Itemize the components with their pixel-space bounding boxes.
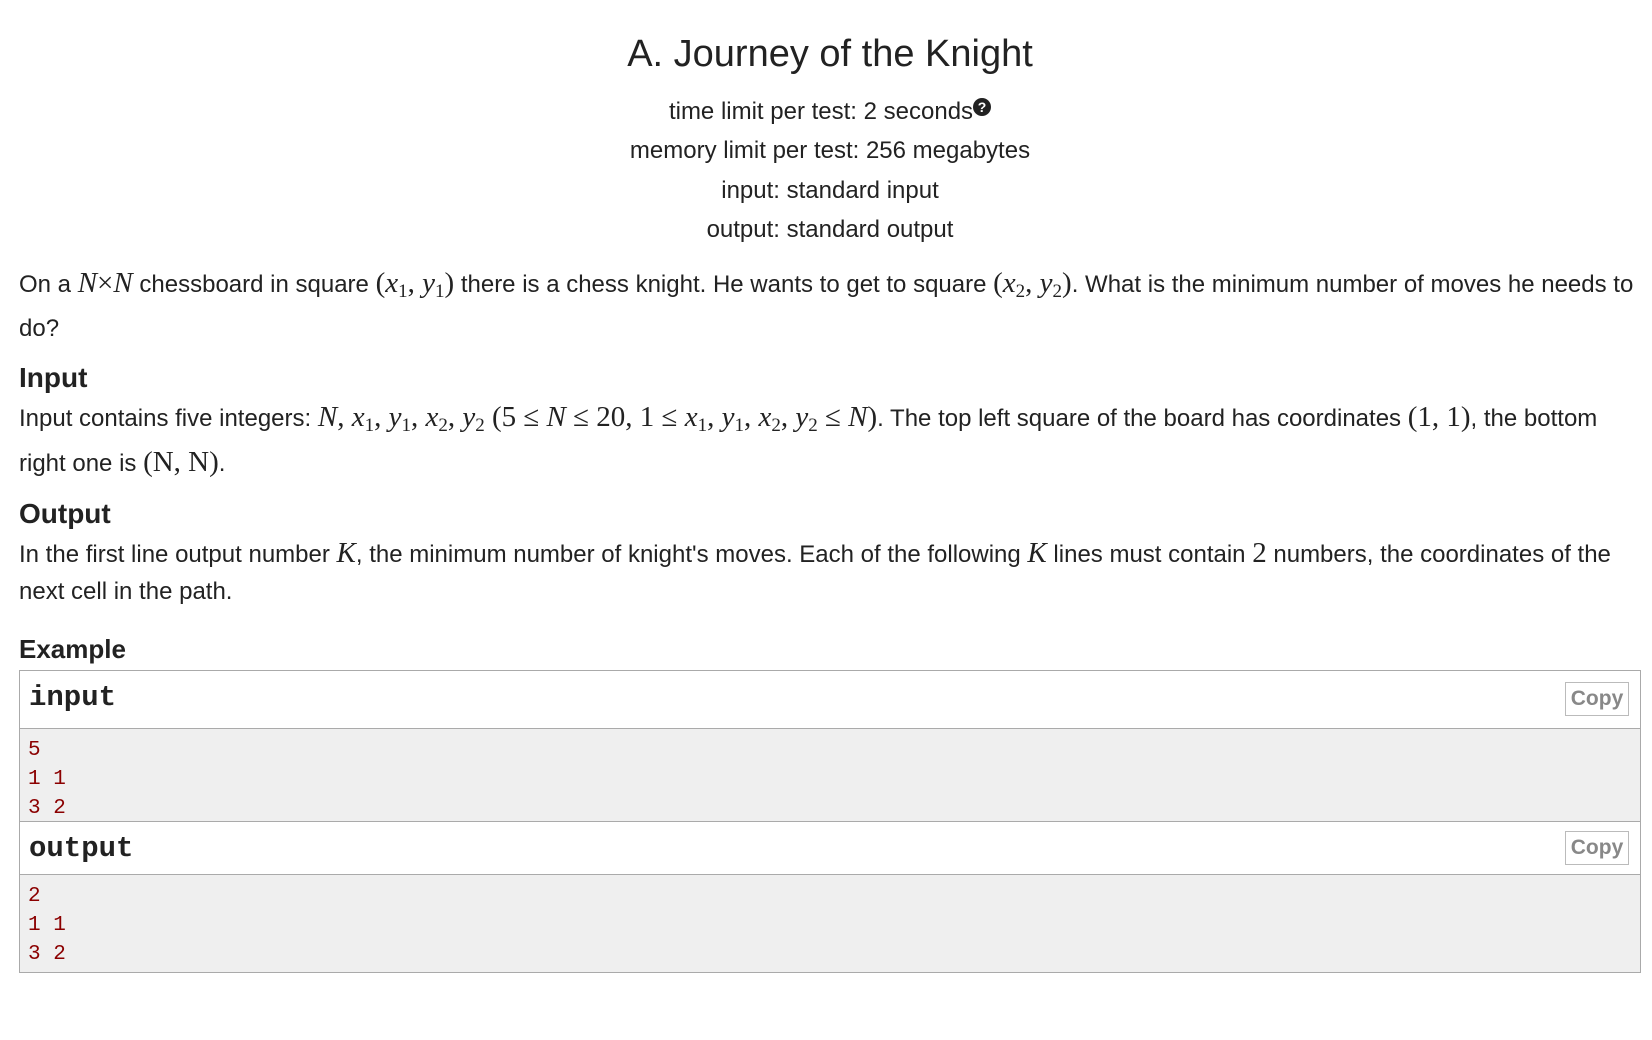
output-text: lines must contain bbox=[1046, 541, 1253, 568]
problem-title: A. Journey of the Knight bbox=[627, 33, 1033, 75]
math-k: K bbox=[336, 537, 356, 569]
input-file: input: standard input bbox=[721, 177, 939, 204]
sample-output-label: output bbox=[29, 832, 134, 865]
sample-output-line: 3 2 bbox=[28, 943, 66, 966]
input-specification: Input contains five integers: N, x1, y1,… bbox=[19, 399, 1641, 482]
sample-output-line: 2 bbox=[28, 885, 41, 908]
time-limit-label: time limit per test: 2 seconds bbox=[668, 98, 974, 125]
output-specification: In the first line output number K, the m… bbox=[19, 535, 1641, 610]
sample-input-header: input Copy bbox=[20, 671, 1640, 729]
math-input-vars: N, x1, y1, x2, y2 (5 ≤ N ≤ 20, 1 ≤ x1, y… bbox=[317, 401, 878, 436]
input-text: . bbox=[218, 450, 226, 477]
input-text: Input contains five integers: bbox=[19, 405, 318, 432]
sample-input-line: 3 2 bbox=[28, 797, 66, 820]
example-heading: Example bbox=[19, 634, 126, 664]
legend-paragraph: On a N×N chessboard in square (x1, y1) t… bbox=[19, 265, 1641, 347]
memory-limit: memory limit per test: 256 megabytes bbox=[629, 137, 1031, 164]
math-n: N bbox=[113, 267, 133, 299]
legend-text: On a bbox=[19, 271, 78, 298]
math-k: K bbox=[1027, 537, 1047, 569]
input-heading: Input bbox=[19, 362, 88, 393]
question-circle-icon[interactable]: ? bbox=[973, 98, 992, 116]
copy-output-button[interactable]: Copy bbox=[1565, 831, 1629, 865]
math-times: × bbox=[97, 267, 114, 299]
output-heading: Output bbox=[19, 498, 111, 529]
math-target-square: (x2, y2) bbox=[993, 267, 1072, 302]
math-bottom-right: (N, N) bbox=[143, 446, 219, 478]
sample-output-line: 1 1 bbox=[28, 914, 66, 937]
math-top-left: (1, 1) bbox=[1407, 401, 1471, 433]
time-limit: time limit per test: 2 seconds? bbox=[19, 96, 1641, 128]
math-start-square: (x1, y1) bbox=[375, 267, 455, 302]
output-text: In the first line output number bbox=[19, 541, 337, 568]
output-file: output: standard output bbox=[706, 216, 954, 243]
sample-input-line: 5 bbox=[28, 739, 41, 762]
math-n: N bbox=[77, 267, 98, 299]
input-text: . The top left square of the board has c… bbox=[877, 405, 1408, 432]
output-text: , the minimum number of knight's moves. … bbox=[355, 541, 1028, 568]
sample-output: output Copy 2 1 1 3 2 bbox=[19, 821, 1641, 973]
sample-input-content[interactable]: 5 1 1 3 2 bbox=[20, 729, 1640, 824]
legend-text: there is a chess knight. He wants to get… bbox=[454, 271, 994, 298]
math-two: 2 bbox=[1252, 537, 1267, 569]
legend-text: chessboard in square bbox=[132, 271, 376, 298]
copy-input-button[interactable]: Copy bbox=[1565, 682, 1629, 716]
sample-input-line: 1 1 bbox=[28, 768, 66, 791]
sample-output-header: output Copy bbox=[20, 822, 1640, 875]
sample-output-content[interactable]: 2 1 1 3 2 bbox=[20, 875, 1640, 972]
sample-input-label: input bbox=[29, 681, 117, 714]
sample-input: input Copy 5 1 1 3 2 bbox=[19, 670, 1641, 825]
